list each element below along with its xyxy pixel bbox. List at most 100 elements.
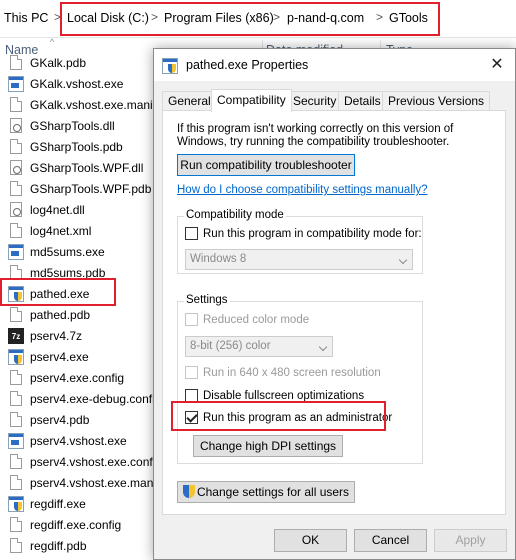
file-row[interactable]: GSharpTools.WPF.dll: [0, 157, 160, 178]
file-row[interactable]: pserv4.pdb: [0, 409, 160, 430]
breadcrumb-separator[interactable]: >: [273, 10, 280, 24]
document-icon: [10, 181, 22, 196]
document-icon: [10, 454, 22, 469]
run-troubleshooter-button[interactable]: Run compatibility troubleshooter: [177, 154, 355, 176]
change-dpi-button[interactable]: Change high DPI settings: [193, 435, 343, 457]
file-name: GKalk.vshost.exe.manife: [30, 97, 160, 112]
file-name: GSharpTools.WPF.dll: [30, 160, 144, 175]
breadcrumb-separator[interactable]: >: [151, 10, 158, 24]
file-row[interactable]: GSharpTools.WPF.pdb: [0, 178, 160, 199]
file-name: pathed.pdb: [30, 307, 91, 322]
checkbox-box-checked[interactable]: [185, 411, 198, 424]
document-icon: [10, 475, 22, 490]
breadcrumb-p-nand-q[interactable]: p-nand-q.com: [287, 11, 364, 25]
file-row[interactable]: GKalk.vshost.exe.manife: [0, 94, 160, 115]
tab-security[interactable]: Security: [287, 91, 343, 111]
file-name: regdiff.pdb: [30, 538, 87, 553]
file-row[interactable]: GSharpTools.pdb: [0, 136, 160, 157]
file-row[interactable]: pserv4.exe-debug.config: [0, 388, 160, 409]
disable-fullscreen-checkbox[interactable]: Disable fullscreen optimizations: [185, 389, 364, 402]
breadcrumb-program-files[interactable]: Program Files (x86): [164, 11, 274, 25]
file-row[interactable]: GSharpTools.dll: [0, 115, 160, 136]
file-name: pserv4.vshost.exe: [30, 433, 127, 448]
file-row[interactable]: GKalk.pdb: [0, 52, 160, 73]
file-row[interactable]: 7z pserv4.7z: [0, 325, 160, 346]
file-row[interactable]: regdiff.exe: [0, 493, 160, 514]
checkbox-box[interactable]: [185, 366, 198, 379]
file-name: GSharpTools.WPF.pdb: [30, 181, 152, 196]
file-row[interactable]: pserv4.vshost.exe.manife: [0, 472, 160, 493]
file-row[interactable]: pathed.exe: [0, 283, 160, 304]
run-as-admin-label: Run this program as an administrator: [203, 411, 393, 424]
breadcrumb-separator[interactable]: >: [54, 10, 61, 24]
dialog-title: pathed.exe Properties: [186, 58, 309, 72]
document-icon: [10, 97, 22, 112]
file-name: GKalk.pdb: [30, 55, 87, 70]
compat-mode-checkbox[interactable]: Run this program in compatibility mode f…: [185, 227, 422, 240]
file-name: md5sums.exe: [30, 244, 105, 259]
sort-indicator-icon: ^: [50, 37, 55, 47]
document-icon: [10, 139, 22, 154]
breadcrumb-gtools[interactable]: GTools: [389, 11, 428, 25]
file-row[interactable]: pserv4.vshost.exe.config: [0, 451, 160, 472]
file-row[interactable]: log4net.dll: [0, 199, 160, 220]
reduced-color-checkbox[interactable]: Reduced color mode: [185, 313, 309, 326]
document-icon: [10, 391, 22, 406]
uac-shield-icon: [182, 485, 195, 498]
exe-icon: [8, 75, 24, 92]
tab-details[interactable]: Details: [338, 91, 387, 111]
help-link[interactable]: How do I choose compatibility settings m…: [177, 184, 428, 196]
uac-shield-exe-icon: [162, 58, 178, 74]
dll-icon: [10, 118, 22, 133]
file-row[interactable]: log4net.xml: [0, 220, 160, 241]
cancel-button[interactable]: Cancel: [354, 529, 427, 552]
chevron-down-icon: [318, 342, 328, 352]
file-row[interactable]: md5sums.pdb: [0, 262, 160, 283]
breadcrumb-local-disk[interactable]: Local Disk (C:): [67, 11, 149, 25]
tab-previous-versions[interactable]: Previous Versions: [382, 91, 491, 111]
apply-button[interactable]: Apply: [434, 529, 507, 552]
document-icon: [10, 265, 22, 280]
file-name: pserv4.exe.config: [30, 370, 125, 385]
change-all-users-button[interactable]: Change settings for all users: [177, 481, 355, 503]
file-row[interactable]: pserv4.vshost.exe: [0, 430, 160, 451]
dll-icon: [10, 202, 22, 217]
file-name: md5sums.pdb: [30, 265, 106, 280]
exe-icon: [8, 432, 24, 449]
color-depth-select[interactable]: 8-bit (256) color: [185, 336, 333, 357]
run-640-checkbox[interactable]: Run in 640 x 480 screen resolution: [185, 366, 381, 379]
file-row[interactable]: pserv4.exe: [0, 346, 160, 367]
settings-label: Settings: [184, 294, 230, 306]
file-name: log4net.xml: [30, 223, 92, 238]
checkbox-box[interactable]: [185, 227, 198, 240]
document-icon: [10, 223, 22, 238]
close-icon[interactable]: ✕: [479, 49, 515, 81]
color-depth-value: 8-bit (256) color: [190, 340, 271, 352]
os-select[interactable]: Windows 8: [185, 249, 413, 270]
checkbox-box[interactable]: [185, 389, 198, 402]
file-row[interactable]: GKalk.vshost.exe: [0, 73, 160, 94]
file-name: GSharpTools.pdb: [30, 139, 123, 154]
tab-general[interactable]: General: [162, 91, 217, 111]
file-row[interactable]: pathed.pdb: [0, 304, 160, 325]
dialog-titlebar[interactable]: pathed.exe Properties ✕: [154, 49, 515, 81]
document-icon: [10, 538, 22, 553]
checkbox-box[interactable]: [185, 313, 198, 326]
run-640-label: Run in 640 x 480 screen resolution: [203, 366, 381, 379]
file-row[interactable]: md5sums.exe: [0, 241, 160, 262]
file-row[interactable]: regdiff.pdb: [0, 535, 160, 556]
compatibility-tab-panel: If this program isn't working correctly …: [162, 110, 506, 515]
document-icon: [10, 55, 22, 70]
file-name: GKalk.vshost.exe: [30, 76, 124, 91]
file-name: regdiff.exe.config: [30, 517, 122, 532]
breadcrumb-this-pc[interactable]: This PC: [4, 11, 48, 25]
tab-compatibility[interactable]: Compatibility: [211, 89, 292, 112]
7z-archive-icon: 7z: [8, 327, 24, 344]
address-bar[interactable]: This PC > Local Disk (C:) > Program File…: [0, 0, 516, 38]
file-row[interactable]: regdiff.exe.config: [0, 514, 160, 535]
run-as-admin-checkbox[interactable]: Run this program as an administrator: [185, 411, 392, 424]
breadcrumb-separator[interactable]: >: [376, 10, 383, 24]
file-row[interactable]: pserv4.exe.config: [0, 367, 160, 388]
compat-mode-checkbox-label: Run this program in compatibility mode f…: [203, 227, 422, 240]
ok-button[interactable]: OK: [274, 529, 347, 552]
